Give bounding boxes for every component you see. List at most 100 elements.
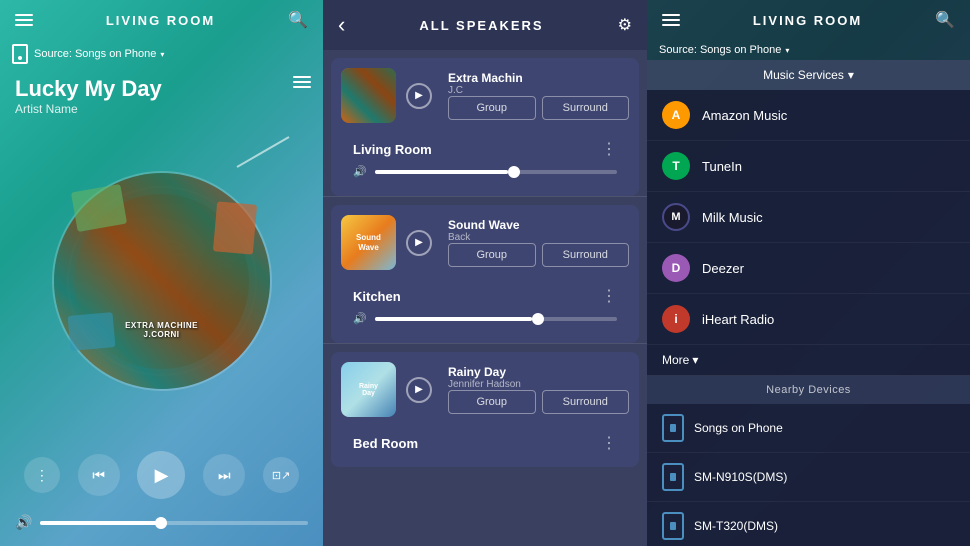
speaker-meta: Rainy Day Jennifer Hadson Group Surround: [448, 365, 629, 414]
speaker-album-art: SoundWave: [341, 215, 396, 270]
surround-button[interactable]: Surround: [542, 390, 630, 414]
speaker-name: Extra Machin: [448, 71, 629, 85]
tunein-icon: T: [662, 152, 690, 180]
speaker-meta: Sound Wave Back Group Surround: [448, 218, 629, 267]
service-item-iheart[interactable]: i iHeart Radio: [647, 294, 970, 345]
music-services-panel: LIVING ROOM 🔍 Source: Songs on Phone ▾ M…: [647, 0, 970, 546]
speaker-buttons: Group Surround: [448, 96, 629, 120]
music-services-label: Music Services: [763, 68, 844, 82]
service-item-deezer[interactable]: D Deezer: [647, 243, 970, 294]
device-phone-icon: [662, 414, 684, 442]
device-item-songs[interactable]: Songs on Phone: [647, 404, 970, 453]
panel3-title: LIVING ROOM: [753, 13, 862, 28]
milk-icon: M: [662, 203, 690, 231]
room-options-icon[interactable]: ⋮: [601, 286, 617, 306]
device-item-t320[interactable]: SM-T320(DMS): [647, 502, 970, 546]
album-label-line2: J.CORNI: [125, 330, 198, 339]
playback-controls: ⋮ ⏮ ▶ ⏭ ⊡↗: [0, 441, 323, 509]
dropdown-arrow: ▾: [785, 46, 789, 55]
service-name: Amazon Music: [702, 108, 787, 123]
speaker-name: Sound Wave: [448, 218, 629, 232]
room-options-icon[interactable]: ⋮: [601, 433, 617, 453]
divider: [323, 196, 647, 197]
settings-icon[interactable]: ⚙: [618, 15, 632, 35]
hamburger-icon[interactable]: [15, 14, 33, 26]
source-bar[interactable]: Source: Songs on Phone ▾: [0, 40, 323, 68]
group-button[interactable]: Group: [448, 390, 536, 414]
speaker-sub: Jennifer Hadson: [448, 379, 629, 390]
search-icon[interactable]: 🔍: [288, 10, 308, 30]
surround-button[interactable]: Surround: [542, 243, 630, 267]
room-name: Kitchen: [353, 289, 401, 304]
vol-icon: 🔊: [353, 312, 367, 325]
speaker-sub: Back: [448, 232, 629, 243]
volume-fill: [40, 521, 160, 525]
device-phone-icon: [662, 463, 684, 491]
search-icon[interactable]: 🔍: [935, 10, 955, 30]
prev-button[interactable]: ⏮: [78, 454, 120, 496]
speaker-card: RainyDay ▶ Rainy Day Jennifer Hadson Gro…: [331, 352, 639, 467]
more-options-button[interactable]: ⋮: [24, 457, 60, 493]
device-phone-icon: [662, 512, 684, 540]
speaker-buttons: Group Surround: [448, 390, 629, 414]
service-name: TuneIn: [702, 159, 742, 174]
room-vol-row: 🔊: [341, 310, 629, 333]
album-art-container: EXTRA MACHINE J.CORNI: [0, 121, 323, 441]
artist-name: Artist Name: [15, 102, 308, 116]
room-row: Kitchen ⋮: [341, 278, 629, 310]
device-name: SM-T320(DMS): [694, 519, 778, 533]
speaker-play-button[interactable]: ▶: [406, 230, 432, 256]
room-vol-bar[interactable]: [375, 317, 617, 321]
connector-line: [237, 137, 290, 169]
cast-button[interactable]: ⊡↗: [263, 457, 299, 493]
outer-ring: EXTRA MACHINE J.CORNI: [52, 171, 272, 391]
album-label-line1: EXTRA MACHINE: [125, 321, 198, 330]
speaker-album-art: RainyDay: [341, 362, 396, 417]
room-vol-fill: [375, 317, 532, 321]
all-speakers-panel: ‹ ALL SPEAKERS ⚙ ▶ Extra Machin J.C Grou…: [323, 0, 647, 546]
volume-bar[interactable]: [40, 521, 308, 525]
panel3-content: LIVING ROOM 🔍 Source: Songs on Phone ▾ M…: [647, 0, 970, 546]
panel3-source[interactable]: Source: Songs on Phone ▾: [647, 40, 970, 60]
now-playing-panel: LIVING ROOM 🔍 Source: Songs on Phone ▾ L…: [0, 0, 323, 546]
service-name: Deezer: [702, 261, 744, 276]
service-item-amazon[interactable]: A Amazon Music: [647, 90, 970, 141]
track-menu-icon[interactable]: [293, 76, 311, 88]
surround-button[interactable]: Surround: [542, 96, 630, 120]
vol-icon: 🔊: [353, 165, 367, 178]
track-info: Lucky My Day Artist Name: [0, 68, 323, 121]
speaker-buttons: Group Surround: [448, 243, 629, 267]
panel2-header: ‹ ALL SPEAKERS ⚙: [323, 0, 647, 50]
room-vol-thumb[interactable]: [532, 313, 544, 325]
dropdown-arrow: ▾: [160, 50, 164, 59]
back-icon[interactable]: ‹: [338, 12, 345, 38]
room-name: Living Room: [353, 142, 432, 157]
room-row: Living Room ⋮: [341, 131, 629, 163]
inner-ring: EXTRA MACHINE J.CORNI: [67, 186, 257, 376]
more-row[interactable]: More ▾: [647, 345, 970, 376]
device-name: Songs on Phone: [694, 421, 783, 435]
room-vol-bar[interactable]: [375, 170, 617, 174]
device-item-n910[interactable]: SM-N910S(DMS): [647, 453, 970, 502]
room-vol-thumb[interactable]: [508, 166, 520, 178]
album-art: EXTRA MACHINE J.CORNI: [74, 194, 249, 369]
iheart-icon: i: [662, 305, 690, 333]
service-item-tunein[interactable]: T TuneIn: [647, 141, 970, 192]
service-item-milk[interactable]: M Milk Music: [647, 192, 970, 243]
group-button[interactable]: Group: [448, 96, 536, 120]
speaker-sub: J.C: [448, 85, 629, 96]
room-options-icon[interactable]: ⋮: [601, 139, 617, 159]
speaker-play-button[interactable]: ▶: [406, 83, 432, 109]
music-services-header[interactable]: Music Services ▾: [647, 60, 970, 90]
service-name: Milk Music: [702, 210, 763, 225]
phone-icon: [12, 44, 28, 64]
hamburger-icon[interactable]: [662, 14, 680, 26]
group-button[interactable]: Group: [448, 243, 536, 267]
room-name: Bed Room: [353, 436, 418, 451]
speaker-play-button[interactable]: ▶: [406, 377, 432, 403]
service-name: iHeart Radio: [702, 312, 774, 327]
volume-thumb[interactable]: [155, 517, 167, 529]
play-button[interactable]: ▶: [137, 451, 185, 499]
next-button[interactable]: ⏭: [203, 454, 245, 496]
device-name: SM-N910S(DMS): [694, 470, 787, 484]
